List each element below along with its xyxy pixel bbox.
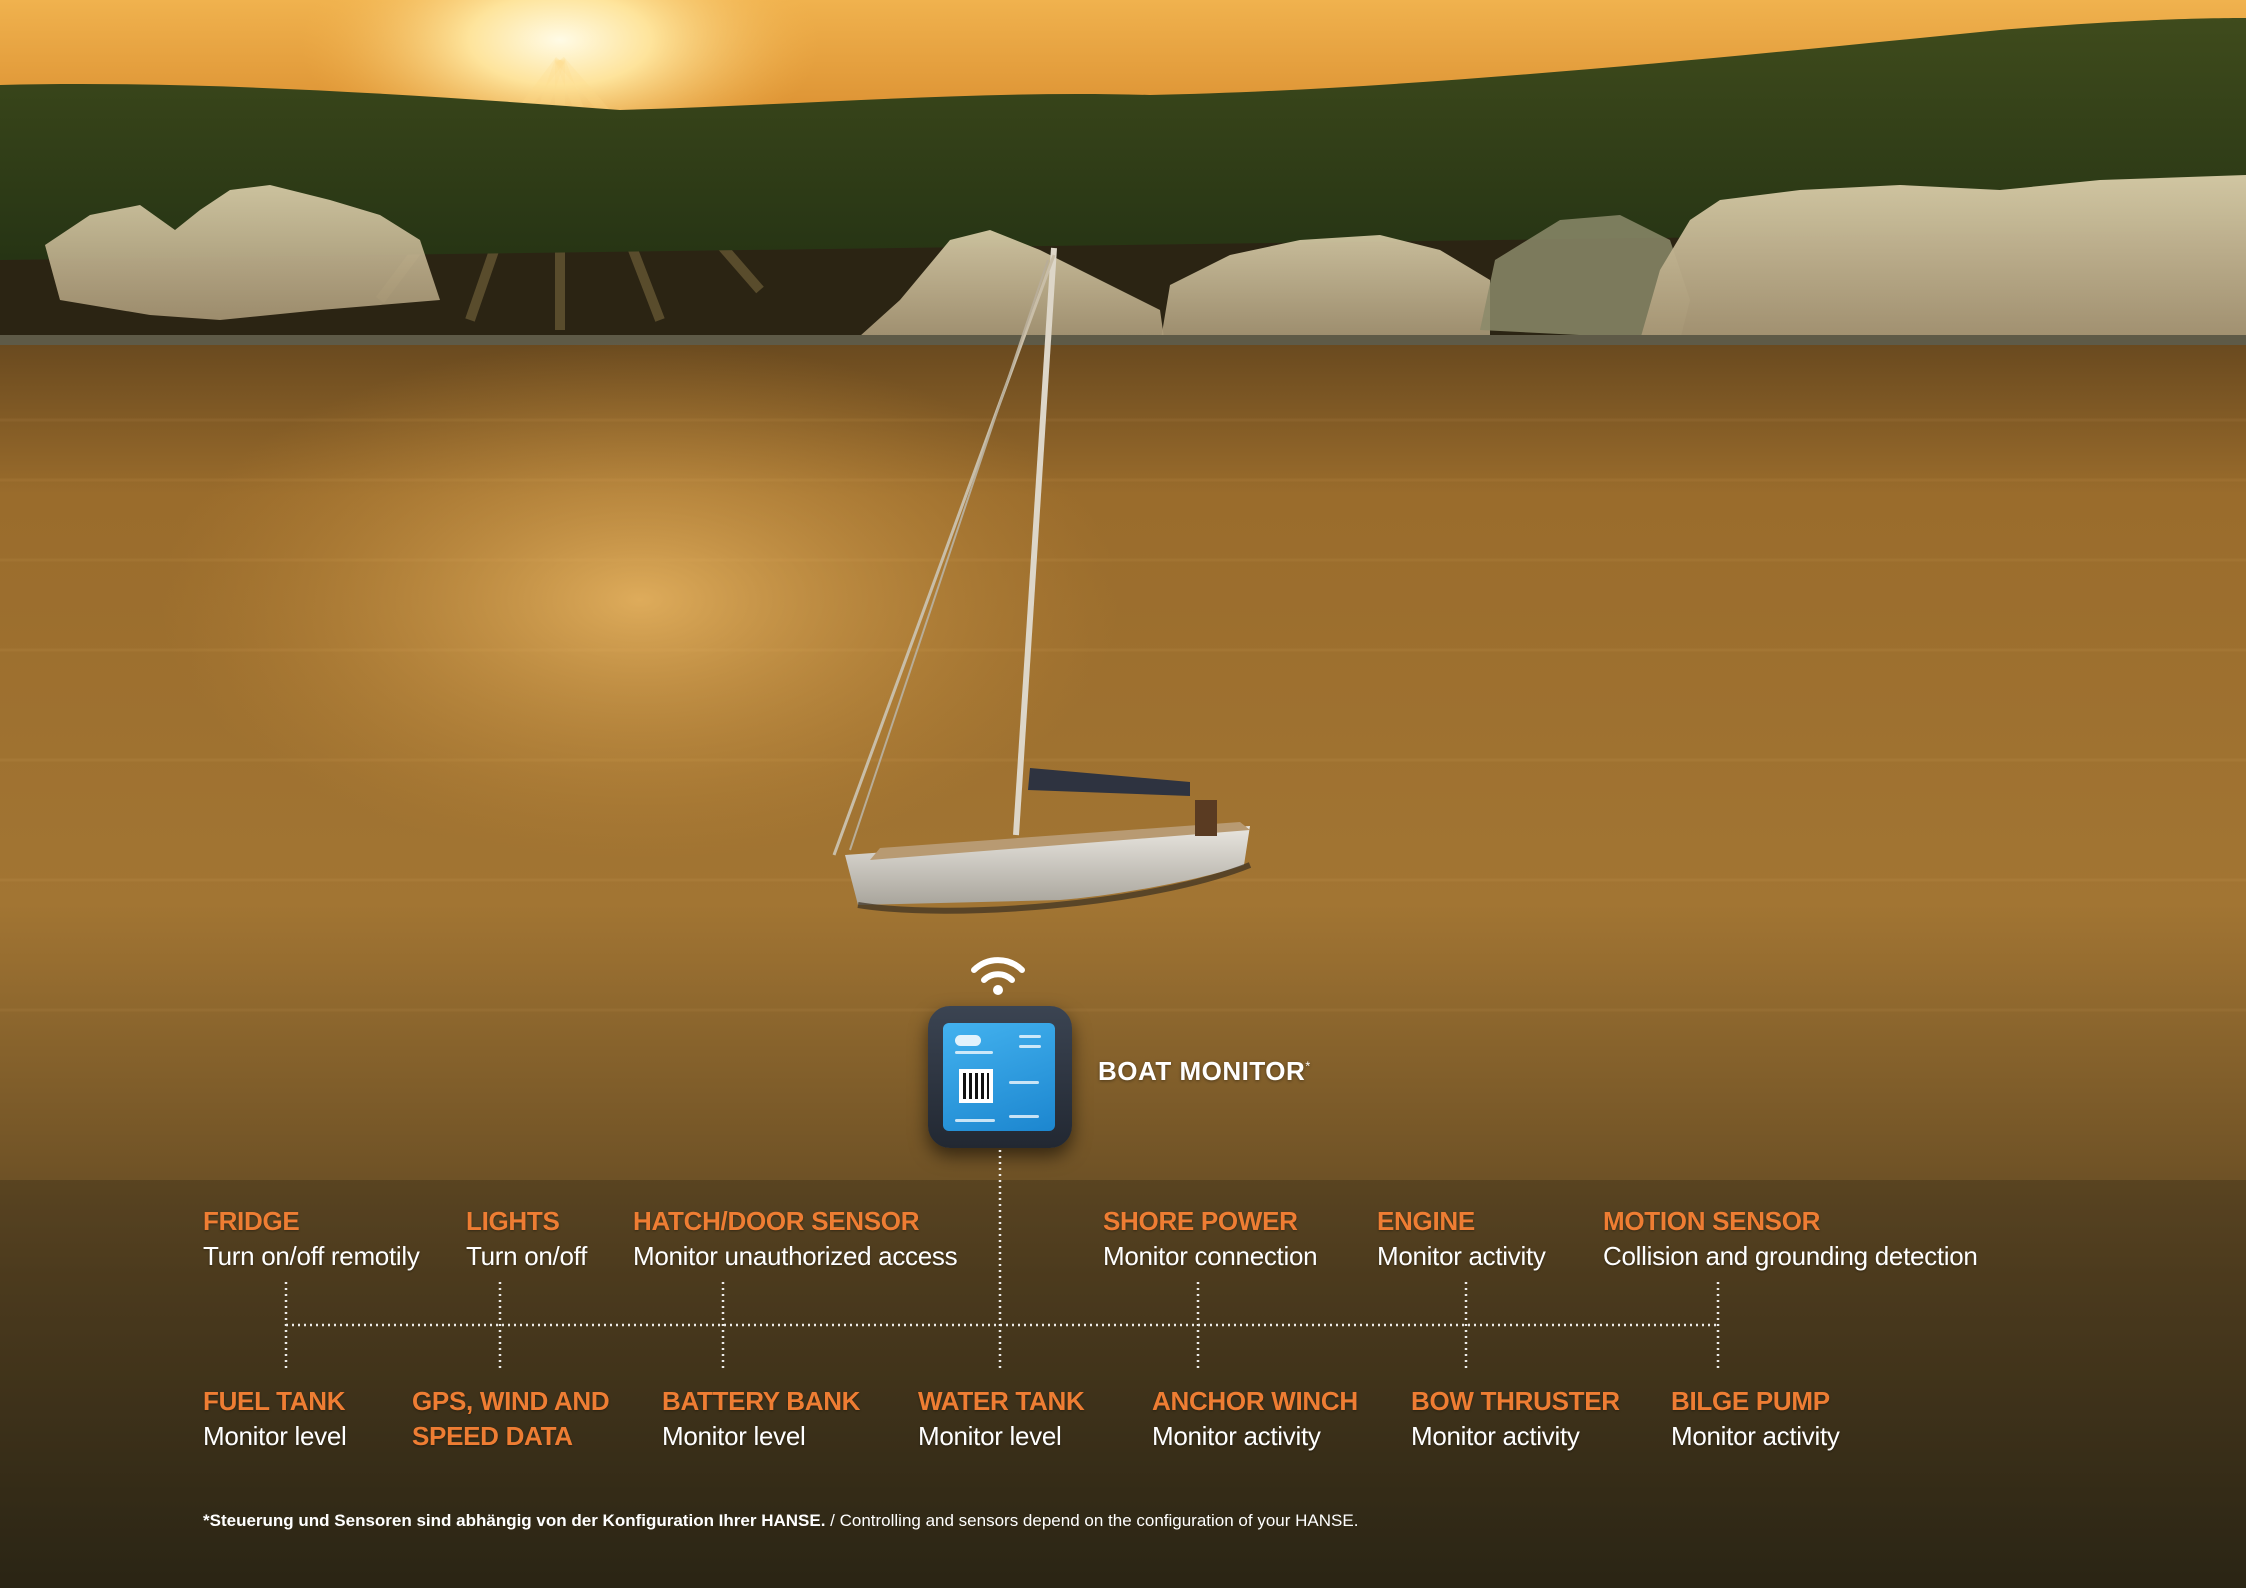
- feature-shore-power: SHORE POWER Monitor connection: [1103, 1204, 1318, 1274]
- feature-battery-bank: BATTERY BANK Monitor level: [662, 1384, 860, 1454]
- feature-heading: SPEED DATA: [412, 1421, 573, 1451]
- feature-description: Monitor connection: [1103, 1241, 1318, 1271]
- feature-anchor-winch: ANCHOR WINCH Monitor activity: [1152, 1384, 1358, 1454]
- feature-heading: WATER TANK: [918, 1386, 1085, 1416]
- feature-motion-sensor: MOTION SENSOR Collision and grounding de…: [1603, 1204, 1978, 1274]
- feature-heading: SHORE POWER: [1103, 1206, 1298, 1236]
- feature-hatch-door-sensor: HATCH/DOOR SENSOR Monitor unauthorized a…: [633, 1204, 958, 1274]
- feature-description: Monitor level: [203, 1421, 347, 1451]
- feature-bow-thruster: BOW THRUSTER Monitor activity: [1411, 1384, 1620, 1454]
- feature-description: Monitor unauthorized access: [633, 1241, 958, 1271]
- footnote-english: / Controlling and sensors depend on the …: [825, 1511, 1359, 1530]
- feature-engine: ENGINE Monitor activity: [1377, 1204, 1546, 1274]
- feature-description: Monitor activity: [1671, 1421, 1840, 1451]
- feature-description: Turn on/off: [466, 1241, 587, 1271]
- feature-heading: ANCHOR WINCH: [1152, 1386, 1358, 1416]
- feature-heading: LIGHTS: [466, 1206, 560, 1236]
- feature-heading: FRIDGE: [203, 1206, 300, 1236]
- feature-fridge: FRIDGE Turn on/off remotily: [203, 1204, 420, 1274]
- feature-heading: BOW THRUSTER: [1411, 1386, 1620, 1416]
- feature-heading: HATCH/DOOR SENSOR: [633, 1206, 920, 1236]
- feature-bilge-pump: BILGE PUMP Monitor activity: [1671, 1384, 1840, 1454]
- feature-description: Monitor level: [918, 1421, 1062, 1451]
- feature-description: Turn on/off remotily: [203, 1241, 420, 1271]
- connector-lines: [284, 1150, 1720, 1368]
- feature-water-tank: WATER TANK Monitor level: [918, 1384, 1085, 1454]
- feature-description: Collision and grounding detection: [1603, 1241, 1978, 1271]
- feature-heading: BATTERY BANK: [662, 1386, 861, 1416]
- feature-lights: LIGHTS Turn on/off: [466, 1204, 587, 1274]
- footnote: *Steuerung und Sensoren sind abhängig vo…: [203, 1511, 1358, 1531]
- feature-description: Monitor level: [662, 1421, 806, 1451]
- feature-description: Monitor activity: [1152, 1421, 1321, 1451]
- feature-fuel-tank: FUEL TANK Monitor level: [203, 1384, 347, 1454]
- feature-heading: MOTION SENSOR: [1603, 1206, 1821, 1236]
- feature-description: Monitor activity: [1411, 1421, 1580, 1451]
- footnote-german: *Steuerung und Sensoren sind abhängig vo…: [203, 1511, 826, 1530]
- feature-heading: ENGINE: [1377, 1206, 1475, 1236]
- feature-gps-wind-speed: GPS, WIND AND SPEED DATA: [412, 1384, 610, 1454]
- feature-description: Monitor activity: [1377, 1241, 1546, 1271]
- feature-heading: GPS, WIND AND: [412, 1386, 610, 1416]
- feature-heading: BILGE PUMP: [1671, 1386, 1830, 1416]
- feature-heading: FUEL TANK: [203, 1386, 346, 1416]
